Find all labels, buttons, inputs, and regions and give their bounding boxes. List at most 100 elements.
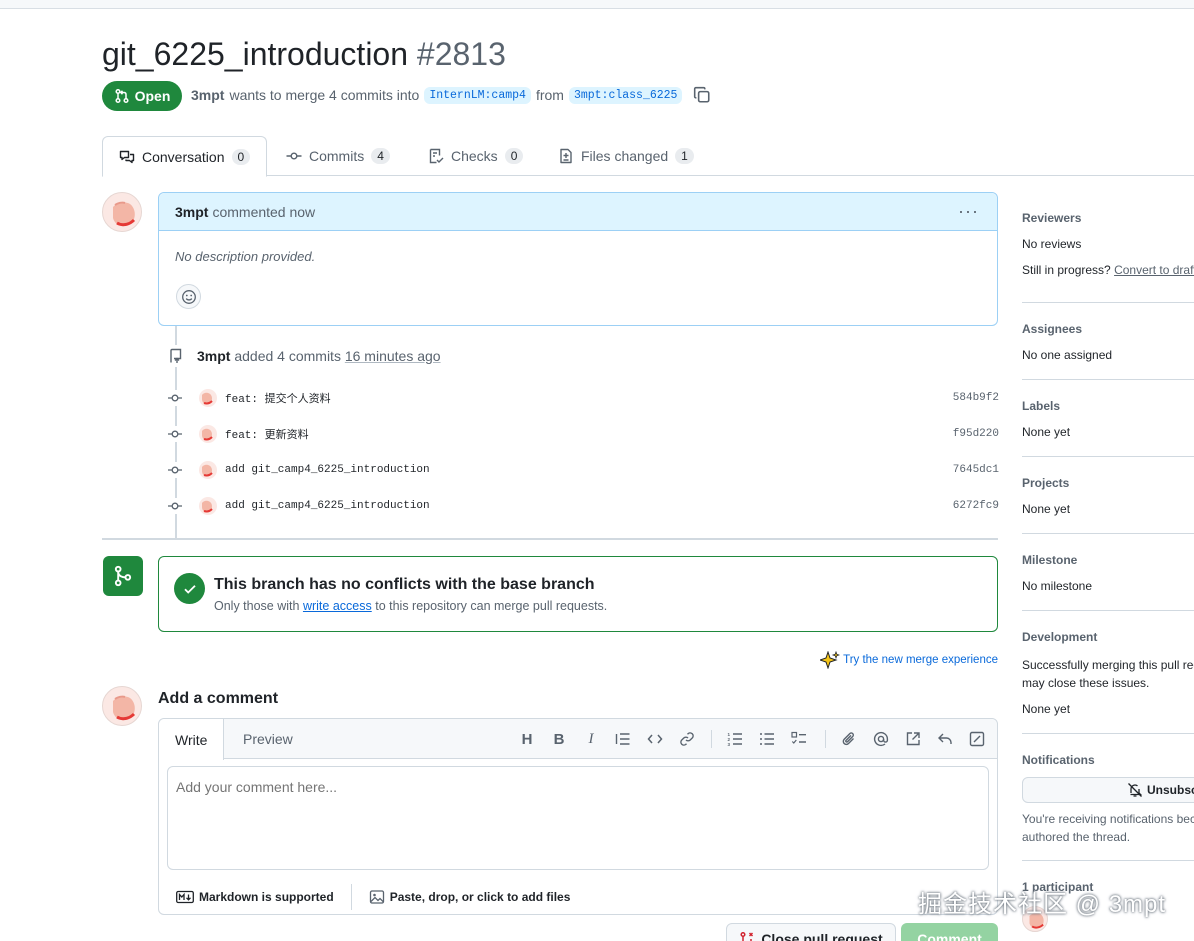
- commit-sha[interactable]: f95d220: [953, 428, 999, 440]
- file-diff-icon: [560, 148, 572, 164]
- comment-header: 3mpt commented now ···: [159, 193, 997, 231]
- event-time[interactable]: 16 minutes ago: [345, 348, 441, 364]
- commit-row: feat: 更新资料 f95d220: [167, 422, 999, 446]
- status-label: Open: [134, 88, 171, 104]
- commit-sha[interactable]: 584b9f2: [953, 392, 999, 404]
- smiley-icon: [181, 289, 196, 304]
- bell-slash-icon: [1128, 783, 1143, 797]
- pull-request-closed-icon: [740, 931, 754, 941]
- write-access-link[interactable]: write access: [303, 599, 372, 613]
- image-icon: [369, 890, 384, 904]
- commits-event: 3mpt added 4 commits 16 minutes ago: [165, 345, 441, 367]
- comment-author[interactable]: 3mpt: [175, 204, 208, 220]
- milestone-section: Milestone No milestone: [1022, 553, 1194, 593]
- base-branch[interactable]: InternLM:camp4: [424, 86, 531, 104]
- more-options-icon[interactable]: ···: [958, 202, 979, 220]
- avatar[interactable]: [102, 192, 142, 232]
- unsubscribe-button[interactable]: Unsubscribe: [1022, 777, 1194, 803]
- tab-write[interactable]: Write: [159, 719, 225, 760]
- sidebar-divider: [1022, 860, 1194, 861]
- commit-row: add git_camp4_6225_introduction 6272fc9: [167, 494, 999, 518]
- projects-heading[interactable]: Projects: [1022, 476, 1194, 490]
- tab-commits[interactable]: Commits 4: [286, 136, 390, 176]
- task-list-icon[interactable]: [789, 729, 809, 749]
- markdown-hint[interactable]: Markdown is supported: [159, 890, 351, 904]
- head-branch[interactable]: 3mpt:class_6225: [568, 86, 683, 104]
- code-icon[interactable]: [645, 729, 665, 749]
- reply-icon[interactable]: [935, 729, 955, 749]
- unordered-list-icon[interactable]: [757, 729, 777, 749]
- commit-message[interactable]: add git_camp4_6225_introduction: [225, 500, 430, 512]
- labels-section: Labels None yet: [1022, 399, 1194, 439]
- page-title: git_6225_introduction #2813: [102, 36, 506, 72]
- link-icon[interactable]: [677, 729, 697, 749]
- svg-text:3: 3: [728, 742, 731, 747]
- comment-textarea[interactable]: [167, 766, 989, 870]
- add-reaction-button[interactable]: [176, 284, 201, 309]
- tab-conversation[interactable]: Conversation 0: [102, 136, 268, 177]
- comment-button[interactable]: Comment: [901, 923, 998, 941]
- commit-icon: [167, 426, 183, 442]
- notification-reason: You're receiving notifications because y…: [1022, 812, 1194, 844]
- toolbar-divider: [825, 730, 826, 748]
- avatar[interactable]: [199, 425, 217, 443]
- tab-files-changed[interactable]: Files changed 1: [558, 136, 694, 176]
- merge-status-box: This branch has no conflicts with the ba…: [158, 556, 998, 632]
- avatar[interactable]: [199, 497, 217, 515]
- commit-icon: [167, 462, 183, 478]
- attach-files[interactable]: Paste, drop, or click to add files: [352, 889, 588, 905]
- sidebar-divider: [1022, 302, 1194, 303]
- close-pull-request-button[interactable]: Close pull request: [726, 923, 896, 941]
- cross-reference-icon[interactable]: [903, 729, 923, 749]
- quote-icon[interactable]: [613, 729, 633, 749]
- sidebar-divider: [1022, 610, 1194, 611]
- copy-icon[interactable]: [693, 86, 711, 104]
- merge-status-subtitle: Only those with write access to this rep…: [214, 599, 608, 613]
- comment-discussion-icon: [119, 150, 135, 163]
- tab-checks[interactable]: Checks 0: [428, 136, 524, 176]
- sidebar-divider: [1022, 379, 1194, 380]
- event-author[interactable]: 3mpt: [197, 348, 230, 364]
- commit-icon: [167, 390, 183, 406]
- development-heading[interactable]: Development: [1022, 630, 1194, 644]
- italic-icon[interactable]: I: [581, 729, 601, 749]
- ordered-list-icon[interactable]: 123: [725, 729, 745, 749]
- assignees-heading[interactable]: Assignees: [1022, 322, 1194, 336]
- avatar[interactable]: [199, 389, 217, 407]
- sidebar-divider: [1022, 733, 1194, 734]
- commit-sha[interactable]: 7645dc1: [953, 464, 999, 476]
- author-link[interactable]: 3mpt: [191, 87, 224, 103]
- comment-body: No description provided.: [175, 249, 316, 264]
- try-new-merge-link[interactable]: Try the new merge experience: [820, 651, 998, 669]
- commit-message[interactable]: feat: 更新资料: [225, 426, 309, 442]
- commit-row: add git_camp4_6225_introduction 7645dc1: [167, 458, 999, 482]
- pr-tabs: Conversation 0 Commits 4 Checks 0 Files cha…: [102, 136, 1194, 177]
- tab-preview[interactable]: Preview: [227, 719, 309, 759]
- paperclip-icon[interactable]: [839, 729, 859, 749]
- comment-time: commented now: [212, 203, 316, 220]
- add-comment-heading: Add a comment: [158, 690, 279, 707]
- reviewers-heading[interactable]: Reviewers: [1022, 211, 1194, 225]
- status-badge: Open: [102, 81, 182, 111]
- sidebar-divider: [1022, 533, 1194, 534]
- checklist-icon: [429, 148, 444, 164]
- fullscreen-icon[interactable]: [967, 729, 987, 749]
- avatar[interactable]: [102, 686, 142, 726]
- sidebar-divider: [1022, 456, 1194, 457]
- bold-icon[interactable]: B: [549, 729, 569, 749]
- commit-message[interactable]: feat: 提交个人资料: [225, 390, 331, 406]
- avatar[interactable]: [199, 461, 217, 479]
- labels-heading[interactable]: Labels: [1022, 399, 1194, 413]
- commit-icon: [167, 498, 183, 514]
- top-bar: [0, 0, 1194, 9]
- milestone-heading[interactable]: Milestone: [1022, 553, 1194, 567]
- commit-message[interactable]: add git_camp4_6225_introduction: [225, 464, 430, 476]
- heading-icon[interactable]: H: [517, 729, 537, 749]
- editor-footer: Markdown is supported Paste, drop, or cl…: [159, 879, 997, 915]
- convert-to-draft-link[interactable]: Convert to draft: [1114, 263, 1194, 277]
- reviewers-section: Reviewers No reviews Still in progress? …: [1022, 211, 1194, 277]
- pr-number: #2813: [416, 36, 506, 72]
- commit-sha[interactable]: 6272fc9: [953, 500, 999, 512]
- mention-icon[interactable]: [871, 729, 891, 749]
- check-icon: [174, 573, 205, 604]
